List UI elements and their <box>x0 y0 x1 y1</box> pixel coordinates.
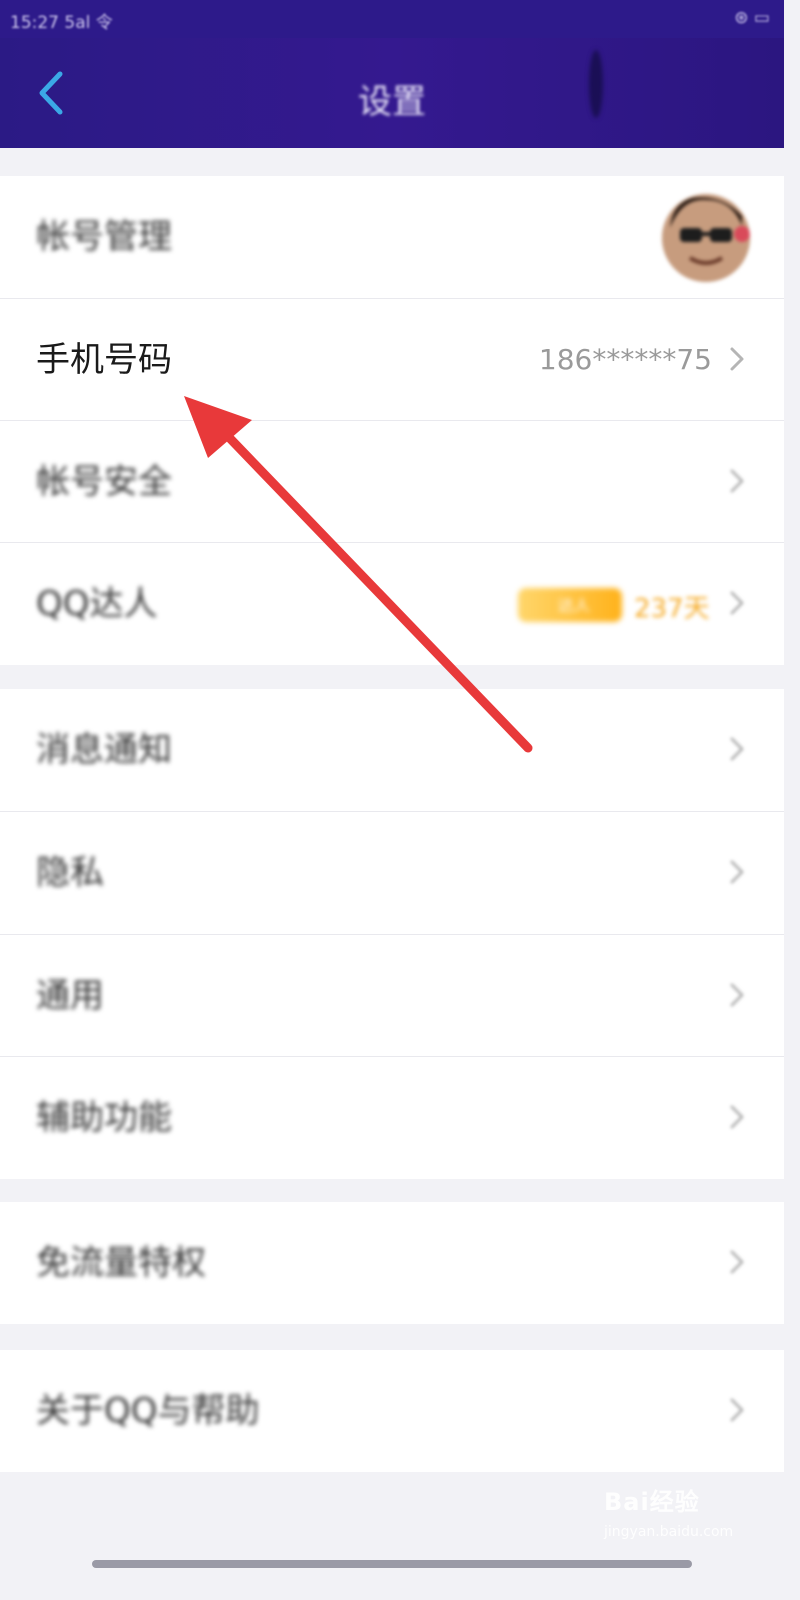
home-indicator <box>92 1560 692 1568</box>
watermark: Bai经验 jingyan.baidu.com <box>600 1482 770 1552</box>
watermark-url: jingyan.baidu.com <box>604 1524 734 1540</box>
watermark-brand: Bai经验 <box>604 1488 700 1516</box>
annotation-arrow <box>184 396 533 753</box>
